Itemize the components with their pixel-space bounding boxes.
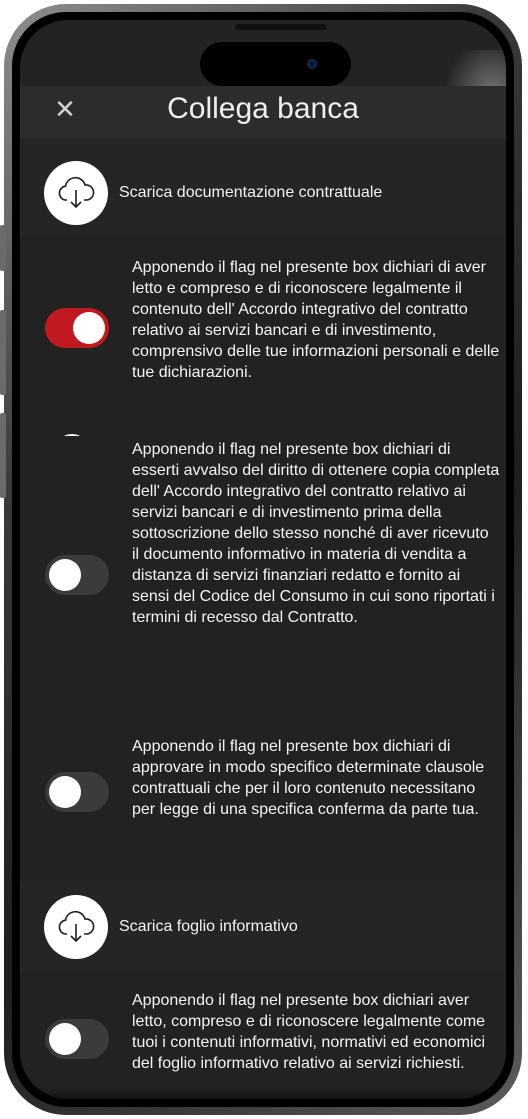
consent-text: Apponendo il flag nel presente box dichi… <box>132 441 500 626</box>
consent-toggle[interactable] <box>45 1019 109 1059</box>
dynamic-island <box>200 42 351 86</box>
header-bar: ✕ Collega banca <box>20 86 506 138</box>
screen: ✕ Collega banca Scarica documentazione c… <box>20 20 506 1099</box>
toggle-knob <box>49 776 81 808</box>
bottom-fade <box>20 1087 506 1099</box>
consent-row: Apponendo il flag nel presente box dichi… <box>20 236 506 538</box>
toggle-knob <box>73 312 105 344</box>
consent-toggle[interactable] <box>45 772 109 812</box>
toggle-knob <box>49 1023 81 1055</box>
download-info-sheet-row[interactable]: Scarica foglio informativo <box>20 882 506 972</box>
consent-text: Apponendo il flag nel presente box dichi… <box>132 992 486 1072</box>
consent-row: Apponendo il flag nel presente box dichi… <box>20 972 506 1099</box>
front-camera-icon <box>307 59 317 69</box>
toggle-knob <box>49 559 81 591</box>
mute-switch <box>0 225 6 271</box>
download-label: Scarica documentazione contrattuale <box>119 184 383 201</box>
cloud-download-icon <box>44 161 108 225</box>
volume-down-button <box>0 413 6 498</box>
consent-text: Apponendo il flag nel presente box dichi… <box>132 259 500 381</box>
consent-list: Scarica documentazione contrattuale Appo… <box>20 138 506 1099</box>
cloud-download-icon <box>44 895 108 959</box>
consent-toggle[interactable] <box>45 555 109 595</box>
download-label: Scarica foglio informativo <box>119 918 298 935</box>
page-title: Collega banca <box>167 92 359 125</box>
speaker-grille <box>235 24 327 30</box>
consent-row: Apponendo il flag nel presente box dichi… <box>20 736 506 882</box>
volume-up-button <box>0 310 6 395</box>
consent-toggle[interactable] <box>45 308 109 348</box>
download-contract-docs-row[interactable]: Scarica documentazione contrattuale <box>20 138 506 236</box>
consent-text: Apponendo il flag nel presente box dichi… <box>132 738 485 818</box>
consent-row: Apponendo il flag nel presente box dichi… <box>20 436 506 736</box>
